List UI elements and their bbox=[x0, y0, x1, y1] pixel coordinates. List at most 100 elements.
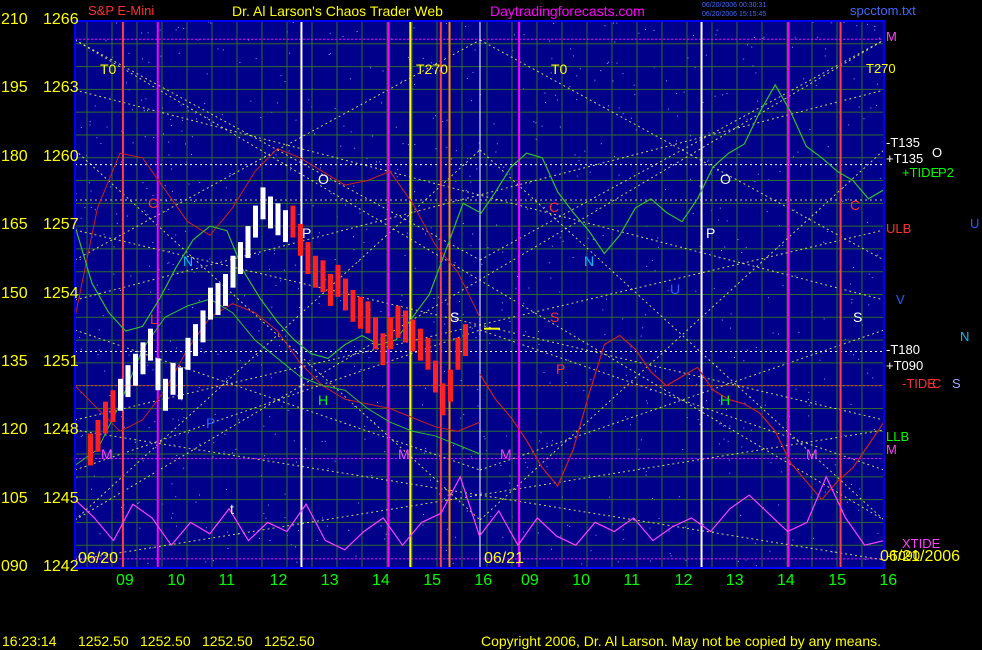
star-dot bbox=[851, 298, 853, 300]
star-dot bbox=[751, 46, 753, 48]
star-dot bbox=[152, 369, 154, 371]
star-dot bbox=[81, 434, 83, 436]
star-dot bbox=[113, 273, 115, 275]
star-dot bbox=[380, 525, 382, 527]
star-dot bbox=[125, 82, 127, 84]
star-dot bbox=[875, 104, 877, 106]
star-dot bbox=[192, 307, 194, 309]
star-dot bbox=[642, 327, 644, 329]
star-dot bbox=[618, 174, 620, 176]
star-dot bbox=[763, 36, 765, 38]
star-dot bbox=[438, 238, 440, 240]
star-dot bbox=[730, 313, 732, 315]
star-dot bbox=[567, 524, 569, 526]
star-dot bbox=[213, 442, 215, 444]
chart-letter: t bbox=[230, 501, 234, 517]
star-dot bbox=[807, 398, 809, 400]
chart-letter: P bbox=[556, 361, 566, 377]
star-dot bbox=[753, 37, 755, 39]
star-dot bbox=[137, 502, 139, 504]
price-bar bbox=[418, 328, 423, 361]
chart-letter: O bbox=[318, 171, 329, 187]
star-dot bbox=[229, 173, 231, 175]
star-dot bbox=[876, 83, 878, 85]
star-dot bbox=[263, 425, 265, 427]
star-dot bbox=[490, 515, 492, 517]
site-link[interactable]: Daytradingforecasts.com bbox=[490, 4, 645, 18]
star-dot bbox=[250, 100, 252, 102]
star-dot bbox=[231, 174, 233, 176]
price-bar bbox=[148, 328, 153, 361]
quote-low: 1252.50 bbox=[202, 633, 253, 649]
star-dot bbox=[147, 32, 149, 34]
chart-letter: N bbox=[183, 253, 194, 269]
star-dot bbox=[425, 447, 427, 449]
star-dot bbox=[466, 77, 468, 79]
star-dot bbox=[819, 359, 821, 361]
star-dot bbox=[273, 253, 275, 255]
star-dot bbox=[106, 126, 108, 128]
timestamp-1: 06/20/2006 00:30:31 bbox=[702, 2, 767, 9]
star-dot bbox=[382, 70, 384, 72]
star-dot bbox=[295, 119, 297, 121]
star-dot bbox=[489, 342, 491, 344]
star-dot bbox=[432, 117, 434, 119]
star-dot bbox=[769, 550, 771, 552]
star-dot bbox=[590, 550, 592, 552]
right-label: O bbox=[932, 145, 943, 160]
star-dot bbox=[113, 246, 115, 248]
star-dot bbox=[195, 501, 197, 503]
star-dot bbox=[525, 331, 527, 333]
star-dot bbox=[447, 494, 449, 496]
star-dot bbox=[239, 62, 241, 64]
star-dot bbox=[594, 79, 596, 81]
star-dot bbox=[176, 347, 178, 349]
star-dot bbox=[190, 153, 192, 155]
star-dot bbox=[852, 354, 854, 356]
star-dot bbox=[447, 303, 449, 305]
star-dot bbox=[164, 185, 166, 187]
star-dot bbox=[537, 532, 539, 534]
star-dot bbox=[79, 336, 81, 338]
star-dot bbox=[90, 488, 92, 490]
right-label: P2 bbox=[938, 165, 954, 180]
star-dot bbox=[677, 115, 679, 117]
star-dot bbox=[171, 483, 173, 485]
star-dot bbox=[322, 517, 324, 519]
star-dot bbox=[823, 378, 825, 380]
x-tick-day2: 11 bbox=[623, 572, 640, 589]
star-dot bbox=[576, 98, 578, 100]
star-dot bbox=[334, 259, 336, 261]
star-dot bbox=[97, 354, 99, 356]
star-dot bbox=[460, 379, 462, 381]
star-dot bbox=[444, 498, 446, 500]
star-dot bbox=[475, 337, 477, 339]
star-dot bbox=[100, 143, 102, 145]
star-dot bbox=[493, 123, 495, 125]
price-bar bbox=[178, 367, 183, 400]
star-dot bbox=[496, 224, 498, 226]
star-dot bbox=[225, 489, 227, 491]
star-dot bbox=[274, 433, 276, 435]
star-dot bbox=[80, 435, 82, 437]
star-dot bbox=[354, 345, 356, 347]
star-dot bbox=[687, 57, 689, 59]
star-dot bbox=[289, 52, 291, 54]
star-dot bbox=[435, 115, 437, 117]
star-dot bbox=[153, 137, 155, 139]
star-dot bbox=[334, 460, 336, 462]
star-dot bbox=[105, 40, 107, 42]
star-dot bbox=[104, 370, 106, 372]
star-dot bbox=[471, 327, 473, 329]
star-dot bbox=[533, 121, 535, 123]
star-dot bbox=[141, 99, 143, 101]
star-dot bbox=[188, 432, 190, 434]
star-dot bbox=[609, 496, 611, 498]
star-dot bbox=[745, 559, 747, 561]
star-dot bbox=[348, 529, 350, 531]
star-dot bbox=[879, 177, 881, 179]
star-dot bbox=[622, 113, 624, 115]
star-dot bbox=[649, 389, 651, 391]
y-tick-price: 1266 bbox=[43, 11, 79, 28]
star-dot bbox=[495, 151, 497, 153]
